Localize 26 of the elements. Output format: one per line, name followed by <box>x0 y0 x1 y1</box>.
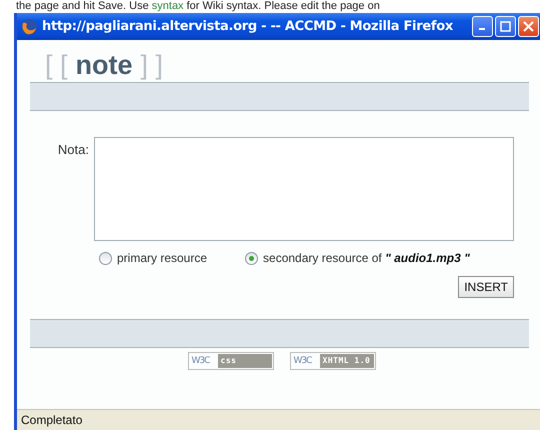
radio-button[interactable] <box>245 252 258 264</box>
note-field[interactable] <box>94 137 514 241</box>
maximize-icon <box>500 21 511 32</box>
insert-button[interactable]: INSERT <box>458 276 514 298</box>
close-button[interactable] <box>518 16 539 37</box>
w3c-mark: W3C <box>292 355 313 368</box>
maximize-button[interactable] <box>495 16 516 37</box>
logo-bracket: ] ] <box>140 50 164 80</box>
globe-icon <box>20 18 38 36</box>
close-icon <box>523 21 534 32</box>
radio-button[interactable] <box>99 252 112 264</box>
page-text: the page and hit Save. Use syntax for Wiki syntax. Please edit the page on <box>16 0 380 12</box>
minimize-button[interactable] <box>472 16 493 37</box>
w3c-mark: W3C <box>190 355 211 368</box>
badge-label: css <box>218 354 272 368</box>
window-title: http://pagliarani.altervista.org - -- ACCMD - Mozilla Firefox <box>42 19 454 34</box>
w3c-badge[interactable]: W3C XHTML 1.0 <box>290 352 376 370</box>
radio-label: secondary resource of " audio1.mp3 " <box>263 251 470 265</box>
syntax-link[interactable]: syntax <box>152 0 184 12</box>
logo-text: note <box>76 50 133 80</box>
field-label: Nota: <box>56 141 90 159</box>
badge-label: XHTML 1.0 <box>320 354 374 368</box>
logo-bracket: [ [ <box>45 50 68 80</box>
radio-label: primary resource <box>117 251 208 265</box>
w3c-badge[interactable]: W3C css <box>188 352 274 370</box>
status-text: Completato <box>21 413 82 427</box>
